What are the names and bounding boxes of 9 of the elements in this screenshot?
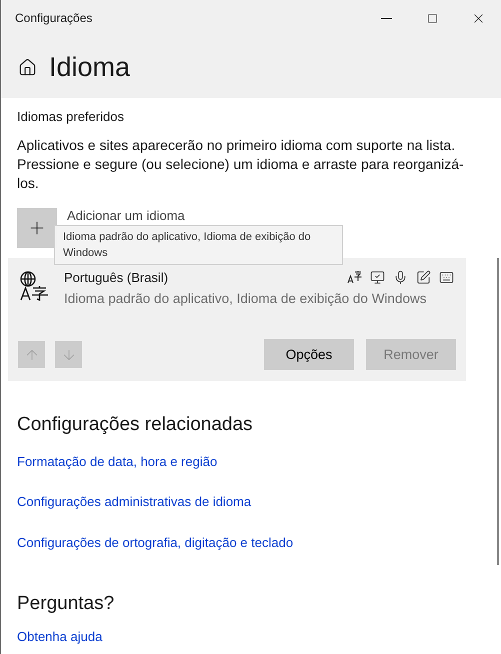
window-title: Configurações xyxy=(15,10,94,27)
language-detail: Idioma padrão do aplicativo, Idioma de exibição do Windows xyxy=(64,290,428,308)
language-name: Português (Brasil) xyxy=(64,268,170,287)
page-title: Idioma xyxy=(49,54,130,80)
section-heading: Idiomas preferidos xyxy=(17,108,125,126)
description-text: Aplicativos e sites aparecerão no primeiro idioma com suporte na lista. Pressione e segure (ou selecione) um idioma e arraste para reorganizá-los. xyxy=(17,136,465,192)
section-heading: Configurações relacionadas xyxy=(17,413,254,438)
section-heading: Perguntas? xyxy=(17,592,116,616)
tooltip: Idioma padrão do aplicativo, Idioma de exibição do Windows xyxy=(54,224,343,264)
